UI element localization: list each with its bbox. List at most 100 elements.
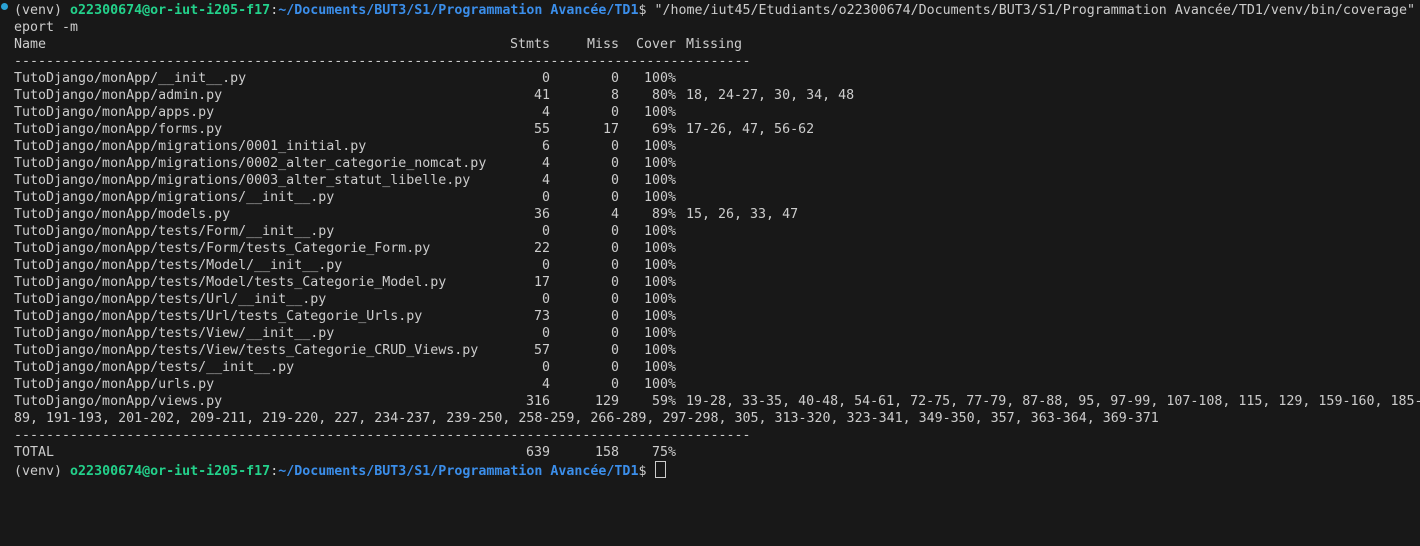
header-miss: Miss bbox=[586, 37, 619, 52]
cell-cover: 100% bbox=[643, 309, 676, 324]
cell-cover: 69% bbox=[651, 122, 676, 137]
cell-name: TutoDjango/monApp/models.py bbox=[14, 207, 231, 222]
cell-name: TutoDjango/monApp/apps.py bbox=[14, 105, 215, 120]
cell-stmts: 0 bbox=[541, 326, 550, 341]
cell-name: TutoDjango/monApp/urls.py bbox=[14, 377, 215, 392]
cell-stmts: 0 bbox=[541, 224, 550, 239]
text-cursor[interactable] bbox=[655, 461, 667, 478]
cell-stmts: 6 bbox=[541, 139, 550, 154]
command-text: "/home/iut45/Etudiants/o22300674/Documen… bbox=[654, 3, 1415, 18]
cell-missing: 19-28, 33-35, 40-48, 54-61, 72-75, 77-79… bbox=[686, 394, 1420, 409]
cell-name: TutoDjango/monApp/tests/Url/tests_Catego… bbox=[14, 309, 423, 324]
cell-missing: 17-26, 47, 56-62 bbox=[686, 122, 815, 137]
cell-name: TutoDjango/monApp/tests/View/tests_Categ… bbox=[14, 343, 479, 358]
cell-stmts: 0 bbox=[541, 292, 550, 307]
cell-miss: 0 bbox=[610, 309, 619, 324]
prompt-user-host: o22300674@or-iut-i205-f17 bbox=[70, 464, 271, 479]
cell-stmts: 4 bbox=[541, 156, 550, 171]
prompt-path: ~/Documents/BUT3/S1/Programmation Avancé… bbox=[278, 464, 639, 479]
shell-status-dot bbox=[1, 3, 8, 10]
cell-miss: 129 bbox=[594, 394, 619, 409]
total-miss: 158 bbox=[594, 445, 619, 460]
cell-cover: 100% bbox=[643, 190, 676, 205]
cell-miss: 0 bbox=[610, 105, 619, 120]
cell-stmts: 22 bbox=[533, 241, 550, 256]
cell-miss: 0 bbox=[610, 156, 619, 171]
cell-cover: 100% bbox=[643, 377, 676, 392]
cell-missing: 18, 24-27, 30, 34, 48 bbox=[686, 88, 855, 103]
cell-miss: 0 bbox=[610, 241, 619, 256]
cell-name: TutoDjango/monApp/tests/Model/tests_Cate… bbox=[14, 275, 447, 290]
cell-cover: 100% bbox=[643, 156, 676, 171]
cell-miss: 0 bbox=[610, 71, 619, 86]
total-row: TOTAL 639 158 75% bbox=[14, 444, 676, 461]
cell-miss: 0 bbox=[610, 173, 619, 188]
cell-stmts: 0 bbox=[541, 71, 550, 86]
cell-cover: 100% bbox=[643, 139, 676, 154]
cell-name: TutoDjango/monApp/migrations/__init__.py bbox=[14, 190, 335, 205]
cell-miss: 0 bbox=[610, 275, 619, 290]
prompt-separator: : bbox=[270, 3, 279, 18]
cell-miss: 0 bbox=[610, 258, 619, 273]
cell-stmts: 41 bbox=[533, 88, 550, 103]
cell-name: TutoDjango/monApp/views.py bbox=[14, 394, 223, 409]
cell-miss: 0 bbox=[610, 190, 619, 205]
total-cover: 75% bbox=[651, 445, 676, 460]
prompt-user-host: o22300674@or-iut-i205-f17 bbox=[70, 3, 271, 18]
header-cover: Cover bbox=[635, 37, 676, 52]
table-header: Name Stmts Miss Cover Missing bbox=[14, 36, 742, 53]
prompt-separator: : bbox=[270, 464, 279, 479]
cell-name: TutoDjango/monApp/forms.py bbox=[14, 122, 223, 137]
cell-miss: 17 bbox=[602, 122, 619, 137]
prompt-dollar: $ bbox=[638, 464, 655, 479]
cell-miss: 0 bbox=[610, 292, 619, 307]
cell-name: TutoDjango/monApp/tests/Form/tests_Categ… bbox=[14, 241, 431, 256]
cell-miss: 0 bbox=[610, 224, 619, 239]
cell-cover: 100% bbox=[643, 326, 676, 341]
prompt-path: ~/Documents/BUT3/S1/Programmation Avancé… bbox=[278, 3, 639, 18]
cell-name: TutoDjango/monApp/tests/Form/__init__.py bbox=[14, 224, 335, 239]
cell-miss: 4 bbox=[610, 207, 619, 222]
cell-missing: 15, 26, 33, 47 bbox=[686, 207, 799, 222]
cell-cover: 100% bbox=[643, 224, 676, 239]
total-label: TOTAL bbox=[14, 445, 55, 460]
cell-miss: 0 bbox=[610, 360, 619, 375]
cell-name: TutoDjango/monApp/migrations/0001_initia… bbox=[14, 139, 367, 154]
cell-cover: 100% bbox=[643, 173, 676, 188]
cell-name: TutoDjango/monApp/tests/Model/__init__.p… bbox=[14, 258, 343, 273]
cell-cover: 100% bbox=[643, 360, 676, 375]
command-prompt-line-final[interactable]: (venv) o22300674@or-iut-i205-f17:~/Docum… bbox=[14, 461, 667, 479]
cell-stmts: 36 bbox=[533, 207, 550, 222]
cell-name: TutoDjango/monApp/admin.py bbox=[14, 88, 223, 103]
table-separator-bottom: ----------------------------------------… bbox=[14, 428, 751, 443]
cell-name: TutoDjango/monApp/tests/__init__.py bbox=[14, 360, 295, 375]
cell-cover: 100% bbox=[643, 105, 676, 120]
cell-cover: 59% bbox=[651, 394, 676, 409]
cell-cover: 100% bbox=[643, 275, 676, 290]
cell-stmts: 0 bbox=[541, 190, 550, 205]
cell-stmts: 55 bbox=[533, 122, 550, 137]
cell-stmts: 4 bbox=[541, 173, 550, 188]
cell-stmts: 57 bbox=[533, 343, 550, 358]
cell-miss: 0 bbox=[610, 139, 619, 154]
total-stmts: 639 bbox=[525, 445, 550, 460]
cell-miss: 0 bbox=[610, 377, 619, 392]
cell-cover: 100% bbox=[643, 241, 676, 256]
prompt-venv: (venv) bbox=[14, 3, 71, 18]
cell-miss: 0 bbox=[610, 343, 619, 358]
cell-stmts: 0 bbox=[541, 360, 550, 375]
cell-name: TutoDjango/monApp/__init__.py bbox=[14, 71, 247, 86]
table-separator: ----------------------------------------… bbox=[14, 54, 751, 69]
header-missing: Missing bbox=[686, 37, 743, 52]
terminal-window[interactable]: (venv) o22300674@or-iut-i205-f17:~/Docum… bbox=[0, 0, 1420, 481]
cell-stmts: 4 bbox=[541, 105, 550, 120]
cell-name: TutoDjango/monApp/migrations/0002_alter_… bbox=[14, 156, 487, 171]
cell-cover: 100% bbox=[643, 343, 676, 358]
command-continuation: eport -m bbox=[14, 20, 79, 35]
command-prompt-line: (venv) o22300674@or-iut-i205-f17:~/Docum… bbox=[14, 2, 1415, 19]
cell-cover: 100% bbox=[643, 71, 676, 86]
cell-stmts: 17 bbox=[533, 275, 550, 290]
prompt-venv: (venv) bbox=[14, 464, 71, 479]
cell-stmts: 316 bbox=[525, 394, 550, 409]
cell-stmts: 73 bbox=[533, 309, 550, 324]
